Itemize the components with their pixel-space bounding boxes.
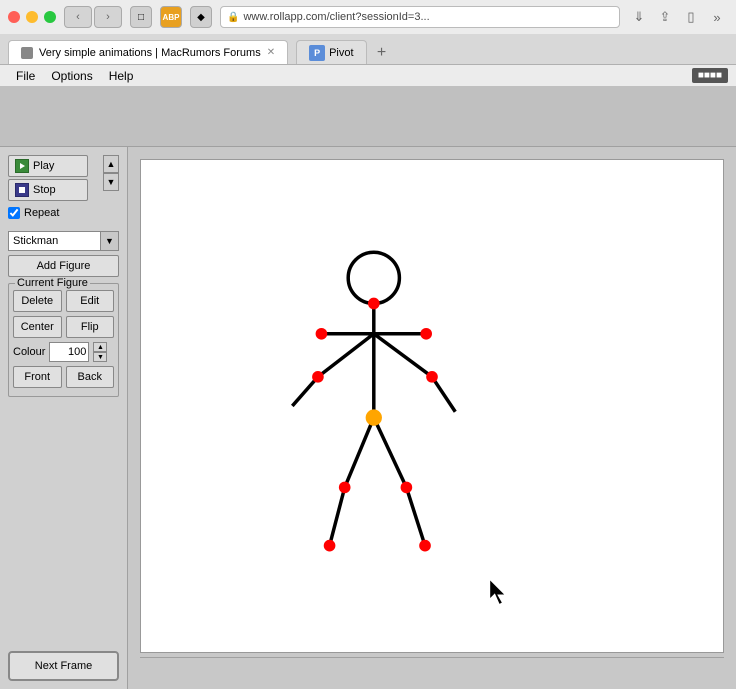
menu-bar: File Options Help ■■■■ — [0, 65, 736, 87]
repeat-row: Repeat — [8, 203, 88, 223]
figure-dropdown-button[interactable]: ▼ — [101, 231, 119, 251]
tab-layout-icon[interactable]: □ — [130, 6, 152, 28]
delete-edit-row: Delete Edit — [13, 290, 114, 312]
joint-right-elbow — [426, 371, 438, 383]
left-panel: Play Stop Repeat ▲ ▼ Stickman — [0, 147, 128, 689]
repeat-checkbox[interactable] — [8, 207, 20, 219]
duplicate-icon[interactable]: ▯ — [680, 6, 702, 28]
maximize-button[interactable] — [44, 11, 56, 23]
next-frame-wrapper: Next Frame — [8, 651, 119, 681]
next-frame-button[interactable]: Next Frame — [8, 651, 119, 681]
play-icon — [15, 159, 29, 173]
window-controls — [8, 11, 56, 23]
flip-button[interactable]: Flip — [66, 316, 115, 338]
current-figure-group: Current Figure Delete Edit Center Flip C… — [8, 283, 119, 397]
stickman-head — [348, 252, 399, 303]
minimize-button[interactable] — [26, 11, 38, 23]
back-button[interactable]: ‹ — [64, 6, 92, 28]
main-area: Play Stop Repeat ▲ ▼ Stickman — [0, 147, 736, 689]
delete-button[interactable]: Delete — [13, 290, 62, 312]
play-button[interactable]: Play — [8, 155, 88, 177]
menu-file[interactable]: File — [8, 67, 43, 85]
front-back-row: Front Back — [13, 366, 114, 388]
colour-up-button[interactable]: ▲ — [93, 342, 107, 352]
current-figure-legend: Current Figure — [15, 277, 90, 289]
tab-close[interactable]: ✕ — [267, 47, 275, 58]
forward-button[interactable]: › — [94, 6, 122, 28]
front-button[interactable]: Front — [13, 366, 62, 388]
menu-help[interactable]: Help — [101, 67, 142, 85]
more-icon[interactable]: » — [706, 6, 728, 28]
tab-bar: Very simple animations | MacRumors Forum… — [0, 34, 736, 64]
joint-right-knee — [401, 482, 413, 494]
shield-icon[interactable]: ◆ — [190, 6, 212, 28]
joint-right-foot — [419, 540, 431, 552]
cursor-icon — [490, 581, 504, 604]
close-button[interactable] — [8, 11, 20, 23]
top-canvas-strip — [0, 87, 736, 147]
colour-spinners: ▲ ▼ — [93, 342, 107, 362]
nav-buttons: ‹ › — [64, 6, 122, 28]
figure-select[interactable]: Stickman — [8, 231, 101, 251]
canvas-area — [128, 147, 736, 689]
colour-label: Colour — [13, 346, 45, 358]
status-indicator: ■■■■ — [692, 68, 728, 83]
right-upper-arm — [374, 334, 432, 377]
browser-chrome: ‹ › □ ABP ◆ 🔒 www.rollapp.com/client?ses… — [0, 0, 736, 65]
colour-down-button[interactable]: ▼ — [93, 352, 107, 362]
share-icon[interactable]: ⇪ — [654, 6, 676, 28]
joint-hip — [366, 409, 382, 425]
joint-left-shoulder — [316, 328, 328, 340]
playback-controls: Play Stop Repeat ▲ ▼ — [8, 155, 119, 223]
scroll-down-button[interactable]: ▼ — [103, 173, 119, 191]
joint-left-elbow — [312, 371, 324, 383]
tab-macrumorums[interactable]: Very simple animations | MacRumors Forum… — [8, 40, 288, 64]
colour-row: Colour ▲ ▼ — [13, 342, 114, 362]
address-bar[interactable]: 🔒 www.rollapp.com/client?sessionId=3... — [220, 6, 620, 28]
animation-canvas[interactable] — [140, 159, 724, 653]
stop-icon — [15, 183, 29, 197]
stickman-svg — [141, 160, 723, 652]
left-lower-leg — [330, 487, 345, 545]
joint-right-shoulder — [420, 328, 432, 340]
left-upper-arm — [318, 334, 374, 377]
edit-button[interactable]: Edit — [66, 290, 115, 312]
colour-input[interactable] — [49, 342, 89, 362]
add-figure-button[interactable]: Add Figure — [8, 255, 119, 277]
new-tab-button[interactable]: + — [371, 42, 393, 64]
center-flip-row: Center Flip — [13, 316, 114, 338]
tab-favicon — [21, 47, 33, 59]
download-icon[interactable]: ⇓ — [628, 6, 650, 28]
back-button[interactable]: Back — [66, 366, 115, 388]
right-lower-leg — [406, 487, 425, 545]
center-button[interactable]: Center — [13, 316, 62, 338]
joint-left-knee — [339, 482, 351, 494]
right-lower-arm — [432, 377, 455, 412]
pivot-favicon: P — [309, 45, 325, 61]
toolbar-icons: ⇓ ⇪ ▯ » — [628, 6, 728, 28]
joint-neck — [368, 298, 380, 310]
right-upper-leg — [374, 418, 407, 488]
tab-pivot[interactable]: P Pivot — [296, 40, 366, 64]
joint-left-foot — [324, 540, 336, 552]
menu-options[interactable]: Options — [43, 67, 100, 85]
left-upper-leg — [345, 418, 374, 488]
canvas-bottom-bar — [140, 657, 724, 677]
figure-selector-row: Stickman ▼ — [8, 231, 119, 251]
scroll-buttons: ▲ ▼ — [103, 155, 119, 191]
scroll-up-button[interactable]: ▲ — [103, 155, 119, 173]
abp-icon[interactable]: ABP — [160, 6, 182, 28]
stop-button[interactable]: Stop — [8, 179, 88, 201]
title-bar: ‹ › □ ABP ◆ 🔒 www.rollapp.com/client?ses… — [0, 0, 736, 34]
